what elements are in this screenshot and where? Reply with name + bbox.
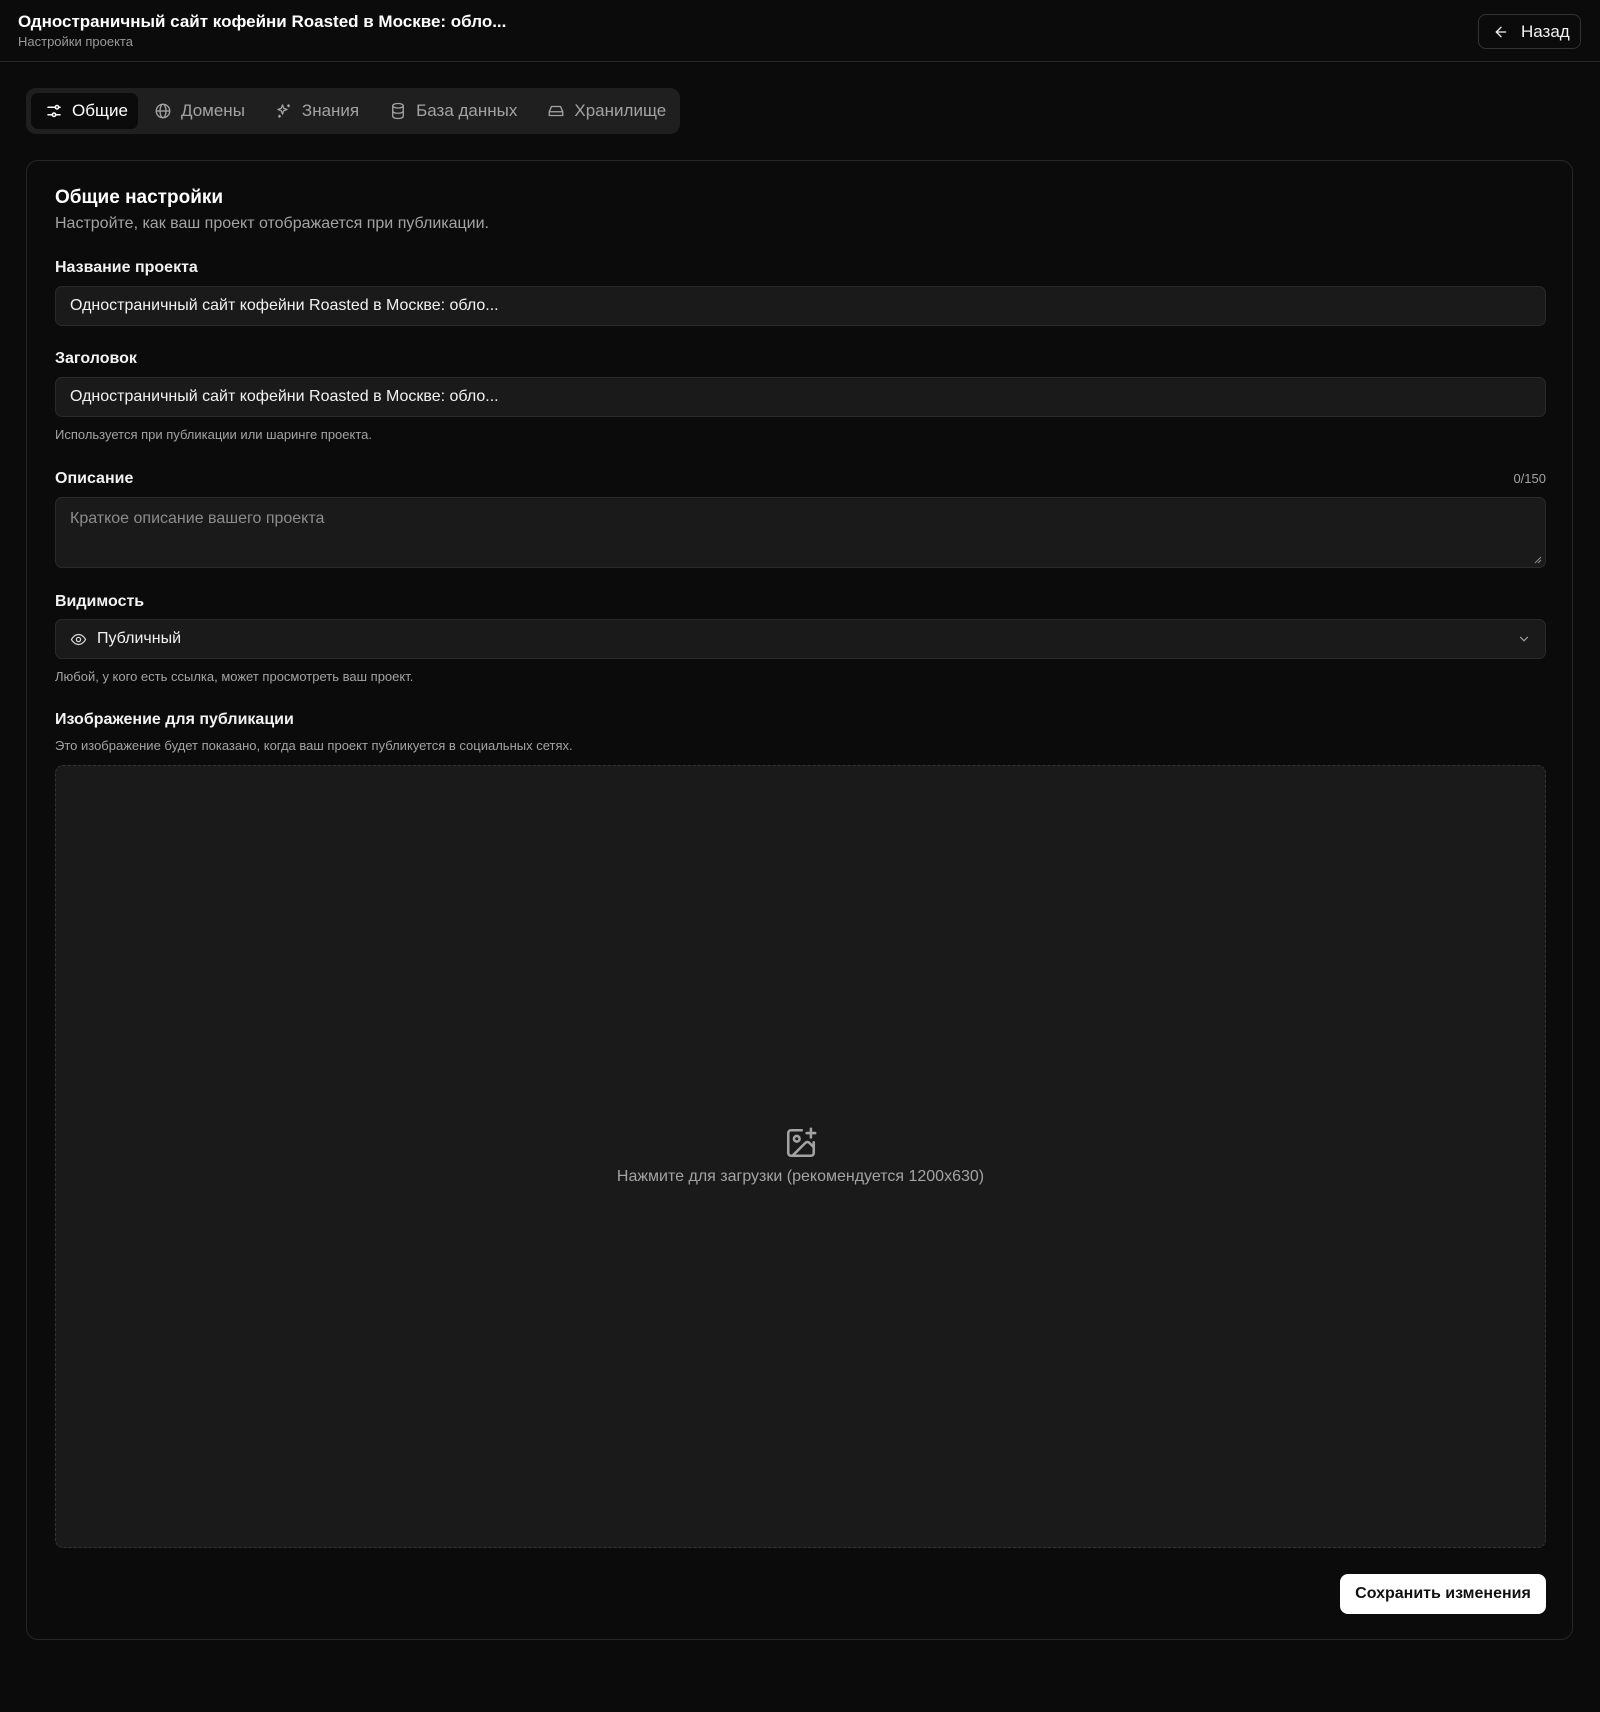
back-button-label: Назад <box>1521 21 1570 41</box>
arrow-left-icon <box>1493 24 1509 40</box>
tab-database[interactable]: База данных <box>375 93 531 129</box>
tab-label: Хранилище <box>574 101 667 120</box>
heading-value: Одностраничный сайт кофейни Roasted в Мо… <box>70 388 499 405</box>
heading-label: Заголовок <box>55 350 137 367</box>
visibility-hint: Любой, у кого есть ссылка, может просмот… <box>55 669 414 684</box>
project-name-input[interactable]: Одностраничный сайт кофейни Roasted в Мо… <box>55 286 1546 326</box>
project-name-label: Название проекта <box>55 259 198 276</box>
eye-icon <box>70 631 87 648</box>
og-image-label: Изображение для публикации <box>55 711 294 728</box>
tab-label: Общие <box>72 101 128 120</box>
tab-general[interactable]: Общие <box>31 93 138 129</box>
chevron-down-icon <box>1519 636 1529 642</box>
settings-tabs: Общие Домены Знания База данных Хранилищ… <box>26 88 680 134</box>
visibility-value: Публичный <box>97 630 182 647</box>
globe-icon <box>154 102 172 120</box>
heading-hint: Используется при публикации или шаринге … <box>55 427 372 442</box>
image-upload-dropzone[interactable]: Нажмите для загрузки (рекомендуется 1200… <box>55 765 1546 1548</box>
image-plus-icon <box>786 1127 817 1158</box>
sliders-icon <box>45 102 63 120</box>
project-title: Одностраничный сайт кофейни Roasted в Мо… <box>18 12 507 31</box>
visibility-label: Видимость <box>55 593 145 610</box>
upload-instructions: Нажмите для загрузки (рекомендуется 1200… <box>616 1168 985 1185</box>
sparkles-icon <box>275 102 293 120</box>
page-subtitle: Настройки проекта <box>18 34 133 49</box>
section-title: Общие настройки <box>55 187 224 208</box>
description-placeholder: Краткое описание вашего проекта <box>70 510 325 527</box>
top-bar: Одностраничный сайт кофейни Roasted в Мо… <box>0 0 1600 62</box>
tab-domains[interactable]: Домены <box>140 93 259 129</box>
resize-handle-icon[interactable] <box>1534 556 1542 564</box>
hard-drive-icon <box>547 102 565 120</box>
visibility-select[interactable]: Публичный <box>55 619 1546 659</box>
general-settings-card: Общие настройки Настройте, как ваш проек… <box>26 160 1573 1640</box>
tab-storage[interactable]: Хранилище <box>533 93 679 129</box>
description-label: Описание <box>55 470 134 487</box>
back-button[interactable]: Назад <box>1478 14 1581 49</box>
database-icon <box>389 102 407 120</box>
og-image-hint: Это изображение будет показано, когда ва… <box>55 738 573 753</box>
heading-input[interactable]: Одностраничный сайт кофейни Roasted в Мо… <box>55 377 1546 417</box>
tab-knowledge[interactable]: Знания <box>261 93 373 129</box>
save-changes-button[interactable]: Сохранить изменения <box>1340 1574 1546 1614</box>
description-counter: 0/150 <box>1513 471 1546 486</box>
description-textarea[interactable]: Краткое описание вашего проекта <box>55 497 1546 568</box>
tab-label: Знания <box>301 101 360 120</box>
tab-label: База данных <box>416 101 518 120</box>
section-subtitle: Настройте, как ваш проект отображается п… <box>55 215 489 232</box>
project-name-value: Одностраничный сайт кофейни Roasted в Мо… <box>70 297 499 314</box>
tab-label: Домены <box>181 101 245 120</box>
